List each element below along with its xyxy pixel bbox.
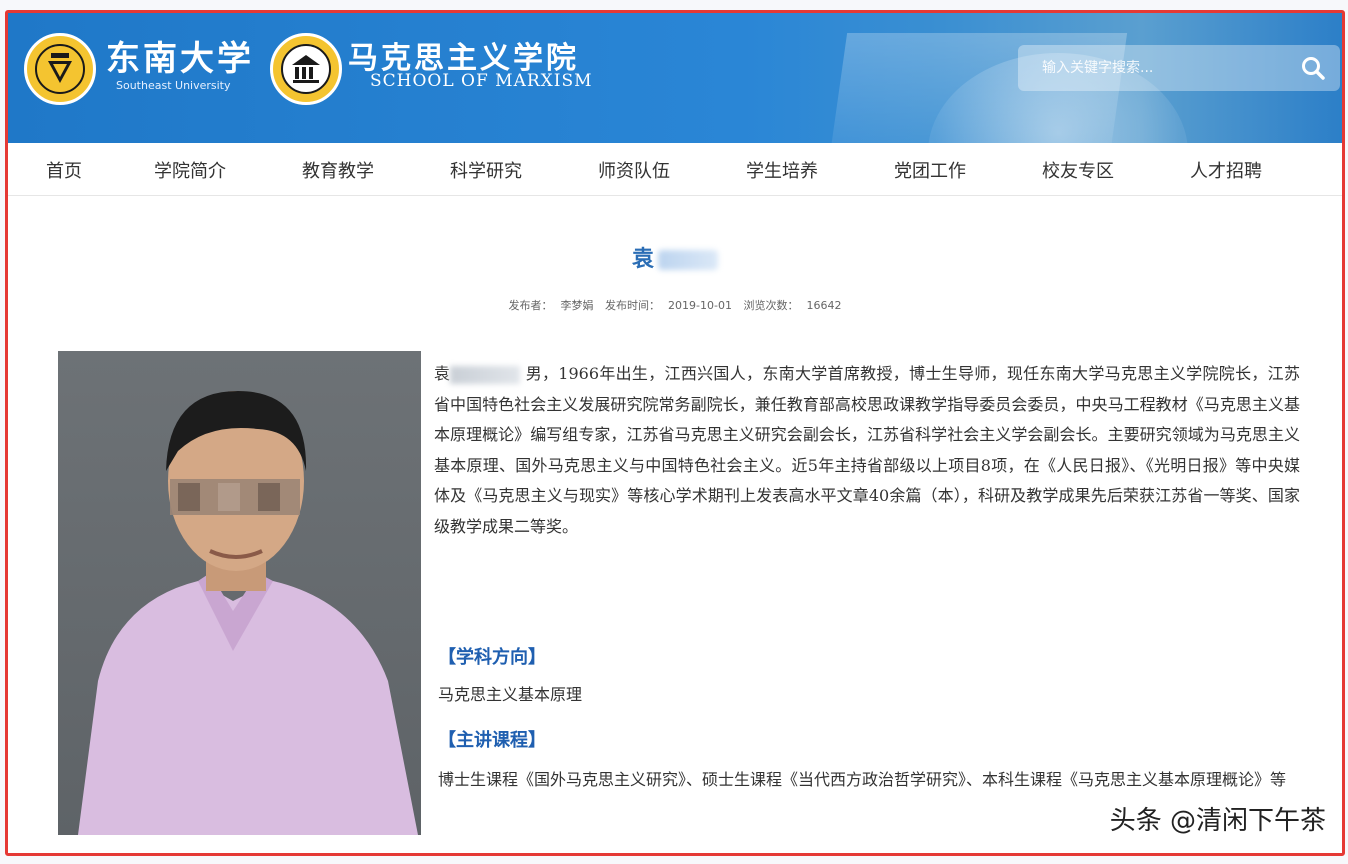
search-input[interactable] <box>1040 59 1284 77</box>
nav-research[interactable]: 科学研究 <box>450 157 522 183</box>
university-name: 东南大学 <box>106 39 254 79</box>
nav-students[interactable]: 学生培养 <box>746 157 818 183</box>
main-navigation: 首页 学院简介 教育教学 科学研究 师资队伍 学生培养 党团工作 校友专区 人才… <box>8 143 1342 196</box>
nav-faculty[interactable]: 师资队伍 <box>598 157 670 183</box>
section-heading-discipline: 【学科方向】 <box>438 647 546 668</box>
search-box[interactable] <box>1018 45 1340 91</box>
nav-recruitment[interactable]: 人才招聘 <box>1190 157 1262 183</box>
meta-author: 李梦娟 <box>560 299 594 312</box>
nav-alumni[interactable]: 校友专区 <box>1042 157 1114 183</box>
page-frame: 东南大学 Southeast University 马克思主义学院 SCHOOL… <box>5 10 1345 856</box>
section-heading-courses: 【主讲课程】 <box>438 730 546 751</box>
redacted-name <box>658 250 718 270</box>
redacted-bio-name <box>450 365 521 384</box>
nav-education[interactable]: 教育教学 <box>302 157 374 183</box>
school-building-icon <box>281 44 331 94</box>
search-icon[interactable] <box>1300 55 1326 85</box>
university-logo[interactable] <box>24 33 96 105</box>
article-title: 袁 <box>8 241 1342 273</box>
meta-date: 2019-10-01 <box>668 299 732 312</box>
person-portrait-icon <box>78 391 418 835</box>
school-logo[interactable] <box>270 33 342 105</box>
nav-home[interactable]: 首页 <box>46 157 82 183</box>
meta-date-label: 发布时间： <box>605 299 661 312</box>
profile-photo <box>58 351 421 835</box>
meta-author-label: 发布者： <box>508 299 553 312</box>
meta-views: 16642 <box>806 299 842 312</box>
watermark-text: 头条 @清闲下午茶 <box>1109 806 1326 836</box>
site-header: 东南大学 Southeast University 马克思主义学院 SCHOOL… <box>8 13 1342 143</box>
nav-about[interactable]: 学院简介 <box>154 157 226 183</box>
university-english-name: Southeast University <box>116 79 231 92</box>
article-title-char: 袁 <box>631 247 654 272</box>
university-emblem-icon <box>35 44 85 94</box>
bio-text: 男，1966年出生，江西兴国人，东南大学首席教授，博士生导师，现任东南大学马克思… <box>434 364 1300 536</box>
school-english-name: SCHOOL OF MARXISM <box>370 71 593 91</box>
section-body-discipline: 马克思主义基本原理 <box>438 685 583 704</box>
meta-views-label: 浏览次数： <box>743 299 799 312</box>
section-body-courses: 博士生课程《国外马克思主义研究》、硕士生课程《当代西方政治哲学研究》、本科生课程… <box>438 770 1287 789</box>
article-meta: 发布者： 李梦娟 发布时间： 2019-10-01 浏览次数： 16642 <box>8 297 1342 313</box>
nav-party-work[interactable]: 党团工作 <box>894 157 966 183</box>
bio-name-char: 袁 <box>434 364 451 383</box>
bio-paragraph: 袁 男，1966年出生，江西兴国人，东南大学首席教授，博士生导师，现任东南大学马… <box>434 359 1300 542</box>
